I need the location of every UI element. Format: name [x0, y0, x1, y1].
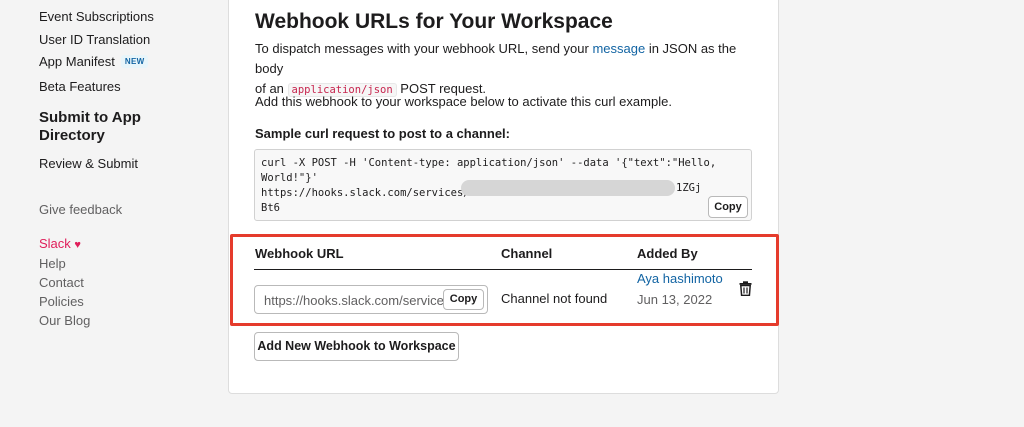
sidebar-item-label: User ID Translation: [39, 32, 151, 47]
redacted-token: [461, 180, 675, 196]
slack-label: Slack: [39, 236, 71, 251]
new-badge: NEW: [120, 55, 149, 68]
footer-slack-link[interactable]: Slack ♥: [39, 236, 81, 251]
footer-link-contact[interactable]: Contact: [39, 275, 84, 290]
footer-link-blog[interactable]: Our Blog: [39, 313, 90, 328]
sidebar-item-label: Beta Features: [39, 79, 121, 94]
footer-link-policies[interactable]: Policies: [39, 294, 84, 309]
sidebar-item-label: App Manifest: [39, 54, 115, 69]
sidebar-item-event-subscriptions[interactable]: Event Subscriptions: [39, 9, 154, 24]
activate-text: Add this webhook to your workspace below…: [255, 94, 672, 109]
webhook-card: Webhook URLs for Your Workspace To dispa…: [228, 0, 779, 394]
message-link[interactable]: message: [592, 41, 645, 56]
copy-curl-button[interactable]: Copy: [708, 196, 748, 218]
page-title: Webhook URLs for Your Workspace: [255, 10, 613, 33]
sidebar-item-beta-features[interactable]: Beta Features: [39, 79, 121, 94]
section-heading-submit: Submit to App Directory: [39, 109, 141, 144]
curl-code-block[interactable]: curl -X POST -H 'Content-type: applicati…: [254, 149, 752, 221]
footer-link-help[interactable]: Help: [39, 256, 66, 271]
sidebar-item-user-id-translation[interactable]: User ID Translation: [39, 32, 150, 47]
sidebar-item-label: Event Subscriptions: [39, 9, 154, 24]
sidebar-item-review-submit[interactable]: Review & Submit: [39, 156, 138, 171]
intro-text-part: To dispatch messages with your webhook U…: [255, 41, 593, 56]
highlight-box: [230, 234, 779, 326]
sample-curl-label: Sample curl request to post to a channel…: [255, 126, 510, 141]
heart-icon: ♥: [74, 239, 81, 251]
curl-line: Bt6: [261, 202, 280, 214]
curl-line-end: 1ZGj: [676, 182, 702, 194]
intro-text: To dispatch messages with your webhook U…: [255, 39, 755, 100]
sidebar-item-app-manifest[interactable]: App Manifest NEW: [39, 54, 149, 69]
give-feedback-link[interactable]: Give feedback: [39, 202, 122, 217]
curl-line: curl -X POST -H 'Content-type: applicati…: [261, 157, 717, 169]
sidebar-item-label: Review & Submit: [39, 156, 138, 171]
add-new-webhook-button[interactable]: Add New Webhook to Workspace: [254, 332, 459, 361]
